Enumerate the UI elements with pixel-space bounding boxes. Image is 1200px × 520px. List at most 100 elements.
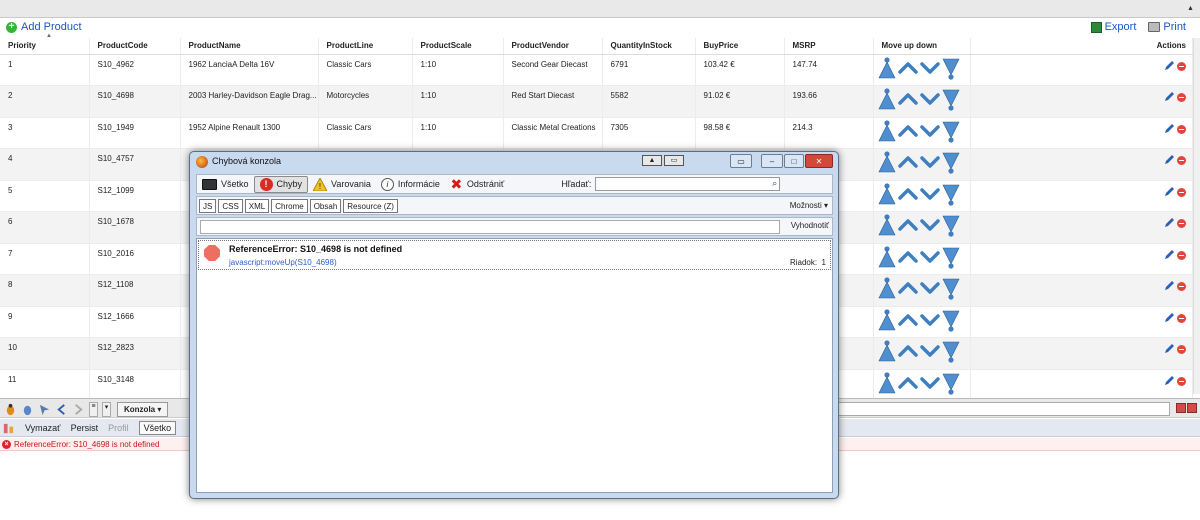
filter-content[interactable]: Obsah bbox=[309, 198, 342, 213]
edit-pencil-icon[interactable] bbox=[1164, 249, 1175, 260]
filter-chrome[interactable]: Chrome bbox=[271, 198, 308, 213]
move-up-icon[interactable] bbox=[897, 344, 918, 358]
restore-side-icon[interactable]: ▭ bbox=[664, 155, 684, 166]
add-product-button[interactable]: + Add Product bbox=[6, 21, 82, 33]
col-quantity[interactable]: QuantityInStock bbox=[602, 38, 696, 55]
evaluate-button[interactable]: Vyhodnotiť bbox=[791, 221, 829, 230]
error-entry[interactable]: ReferenceError: S10_4698 is not defined … bbox=[198, 240, 831, 270]
col-product-scale[interactable]: ProductScale bbox=[412, 38, 504, 55]
delete-icon[interactable] bbox=[1177, 282, 1186, 291]
move-to-bottom-icon[interactable] bbox=[942, 340, 960, 363]
move-to-bottom-icon[interactable] bbox=[942, 309, 960, 332]
vertical-scrollbar[interactable] bbox=[1193, 38, 1200, 394]
move-down-icon[interactable] bbox=[919, 376, 940, 390]
move-up-icon[interactable] bbox=[897, 124, 918, 138]
export-button[interactable]: Export bbox=[1090, 21, 1136, 33]
persist-button[interactable]: Persist bbox=[71, 423, 99, 433]
move-to-bottom-icon[interactable] bbox=[942, 246, 960, 269]
move-to-top-icon[interactable] bbox=[878, 151, 896, 174]
table-row[interactable]: 1 S10_4962 1962 LanciaA Delta 16V Classic C… bbox=[0, 54, 1193, 86]
edit-pencil-icon[interactable] bbox=[1164, 123, 1175, 134]
move-up-icon[interactable] bbox=[897, 376, 918, 390]
move-to-bottom-icon[interactable] bbox=[942, 372, 960, 395]
delete-icon[interactable] bbox=[1177, 345, 1186, 354]
delete-icon[interactable] bbox=[1177, 124, 1186, 134]
delete-icon[interactable] bbox=[1177, 313, 1186, 323]
table-row[interactable]: 2 S10_4698 2003 Harley-Davidson Eagle Drag… bbox=[0, 85, 1193, 118]
move-down-icon[interactable] bbox=[919, 313, 940, 327]
move-to-bottom-icon[interactable] bbox=[942, 214, 960, 237]
move-to-top-icon[interactable] bbox=[878, 340, 896, 363]
forward-arrow-icon[interactable] bbox=[72, 403, 85, 416]
filter-resource[interactable]: Resource (Z) bbox=[343, 198, 398, 213]
move-down-icon[interactable] bbox=[919, 344, 940, 358]
all-messages-button[interactable]: Všetko bbox=[197, 176, 254, 193]
search-input[interactable]: ⌕ bbox=[595, 177, 781, 191]
move-up-icon[interactable] bbox=[897, 155, 918, 169]
col-msrp[interactable]: MSRP bbox=[784, 38, 874, 55]
move-to-top-icon[interactable] bbox=[878, 214, 896, 237]
edit-pencil-icon[interactable] bbox=[1164, 91, 1175, 102]
move-to-bottom-icon[interactable] bbox=[942, 151, 960, 174]
move-up-icon[interactable] bbox=[897, 61, 918, 75]
move-to-top-icon[interactable] bbox=[878, 277, 896, 300]
error-source-link[interactable]: javascript:moveUp(S10_4698) bbox=[229, 258, 337, 267]
options-menu[interactable]: Možnosti ▾ bbox=[790, 201, 828, 210]
move-to-bottom-icon[interactable] bbox=[942, 88, 960, 111]
move-to-top-icon[interactable] bbox=[878, 371, 896, 395]
maximize-icon[interactable]: □ bbox=[784, 154, 804, 168]
delete-icon[interactable] bbox=[1177, 93, 1186, 102]
move-down-icon[interactable] bbox=[919, 124, 940, 138]
edit-pencil-icon[interactable] bbox=[1164, 217, 1175, 228]
delete-icon[interactable] bbox=[1177, 376, 1186, 386]
clear-button[interactable]: Vymazať bbox=[25, 423, 61, 433]
close-icon[interactable]: ✕ bbox=[805, 154, 833, 168]
filter-all-tab[interactable]: Všetko bbox=[138, 421, 177, 435]
clear-console-button[interactable]: ✖ Odstrániť bbox=[445, 176, 509, 193]
delete-icon[interactable] bbox=[1177, 250, 1186, 260]
col-product-vendor[interactable]: ProductVendor bbox=[503, 38, 603, 55]
delete-icon[interactable] bbox=[1177, 187, 1186, 197]
filter-js[interactable]: JS bbox=[199, 198, 217, 213]
pin-icon[interactable]: ▭ bbox=[730, 154, 752, 168]
move-up-icon[interactable] bbox=[897, 281, 918, 295]
warnings-button[interactable]: ! Varovania bbox=[308, 176, 376, 193]
info-button[interactable]: i Informácie bbox=[376, 176, 445, 193]
move-down-icon[interactable] bbox=[919, 187, 940, 201]
move-down-icon[interactable] bbox=[919, 218, 940, 232]
dropdown-arrow-icon[interactable]: ▾ bbox=[102, 402, 111, 417]
col-product-code[interactable]: ProductCode bbox=[89, 38, 181, 55]
firebug-minimize-icon[interactable] bbox=[1176, 403, 1186, 413]
firebug-command-line[interactable] bbox=[838, 402, 1170, 416]
move-down-icon[interactable] bbox=[919, 155, 940, 169]
move-up-icon[interactable] bbox=[897, 313, 918, 327]
delete-icon[interactable] bbox=[1177, 61, 1186, 71]
search-icon[interactable]: ⌕ bbox=[772, 178, 777, 189]
edit-pencil-icon[interactable] bbox=[1164, 375, 1175, 386]
col-buy-price[interactable]: BuyPrice bbox=[695, 38, 785, 55]
inspect-icon[interactable] bbox=[21, 403, 34, 416]
filter-xml[interactable]: XML bbox=[244, 198, 270, 213]
table-row[interactable]: 3 S10_1949 1952 Alpine Renault 1300 Classic… bbox=[0, 117, 1193, 149]
col-priority[interactable]: Priority bbox=[0, 38, 90, 55]
move-to-top-icon[interactable] bbox=[878, 245, 896, 269]
back-arrow-icon[interactable] bbox=[55, 403, 68, 416]
move-to-top-icon[interactable] bbox=[878, 308, 896, 332]
move-to-bottom-icon[interactable] bbox=[942, 120, 960, 143]
col-product-line[interactable]: ProductLine bbox=[318, 38, 413, 55]
console-tab[interactable]: Konzola ▾ bbox=[117, 402, 169, 417]
edit-pencil-icon[interactable] bbox=[1164, 312, 1175, 323]
move-to-bottom-icon[interactable] bbox=[942, 183, 960, 206]
pointer-icon[interactable] bbox=[38, 403, 51, 416]
move-to-top-icon[interactable] bbox=[878, 119, 896, 143]
window-titlebar[interactable]: Chybová konzola ▲ ▭ ▭ – □ ✕ bbox=[190, 152, 838, 172]
move-to-top-icon[interactable] bbox=[878, 182, 896, 206]
move-to-top-icon[interactable] bbox=[878, 56, 896, 80]
panel-menu-icon[interactable]: ≡ bbox=[89, 402, 98, 417]
scroll-up-arrow-icon[interactable]: ▲ bbox=[1185, 3, 1196, 14]
code-evaluate-input[interactable] bbox=[200, 220, 780, 234]
move-down-icon[interactable] bbox=[919, 281, 940, 295]
delete-icon[interactable] bbox=[1177, 219, 1186, 228]
edit-pencil-icon[interactable] bbox=[1164, 186, 1175, 197]
profile-button[interactable]: Profil bbox=[108, 423, 129, 433]
